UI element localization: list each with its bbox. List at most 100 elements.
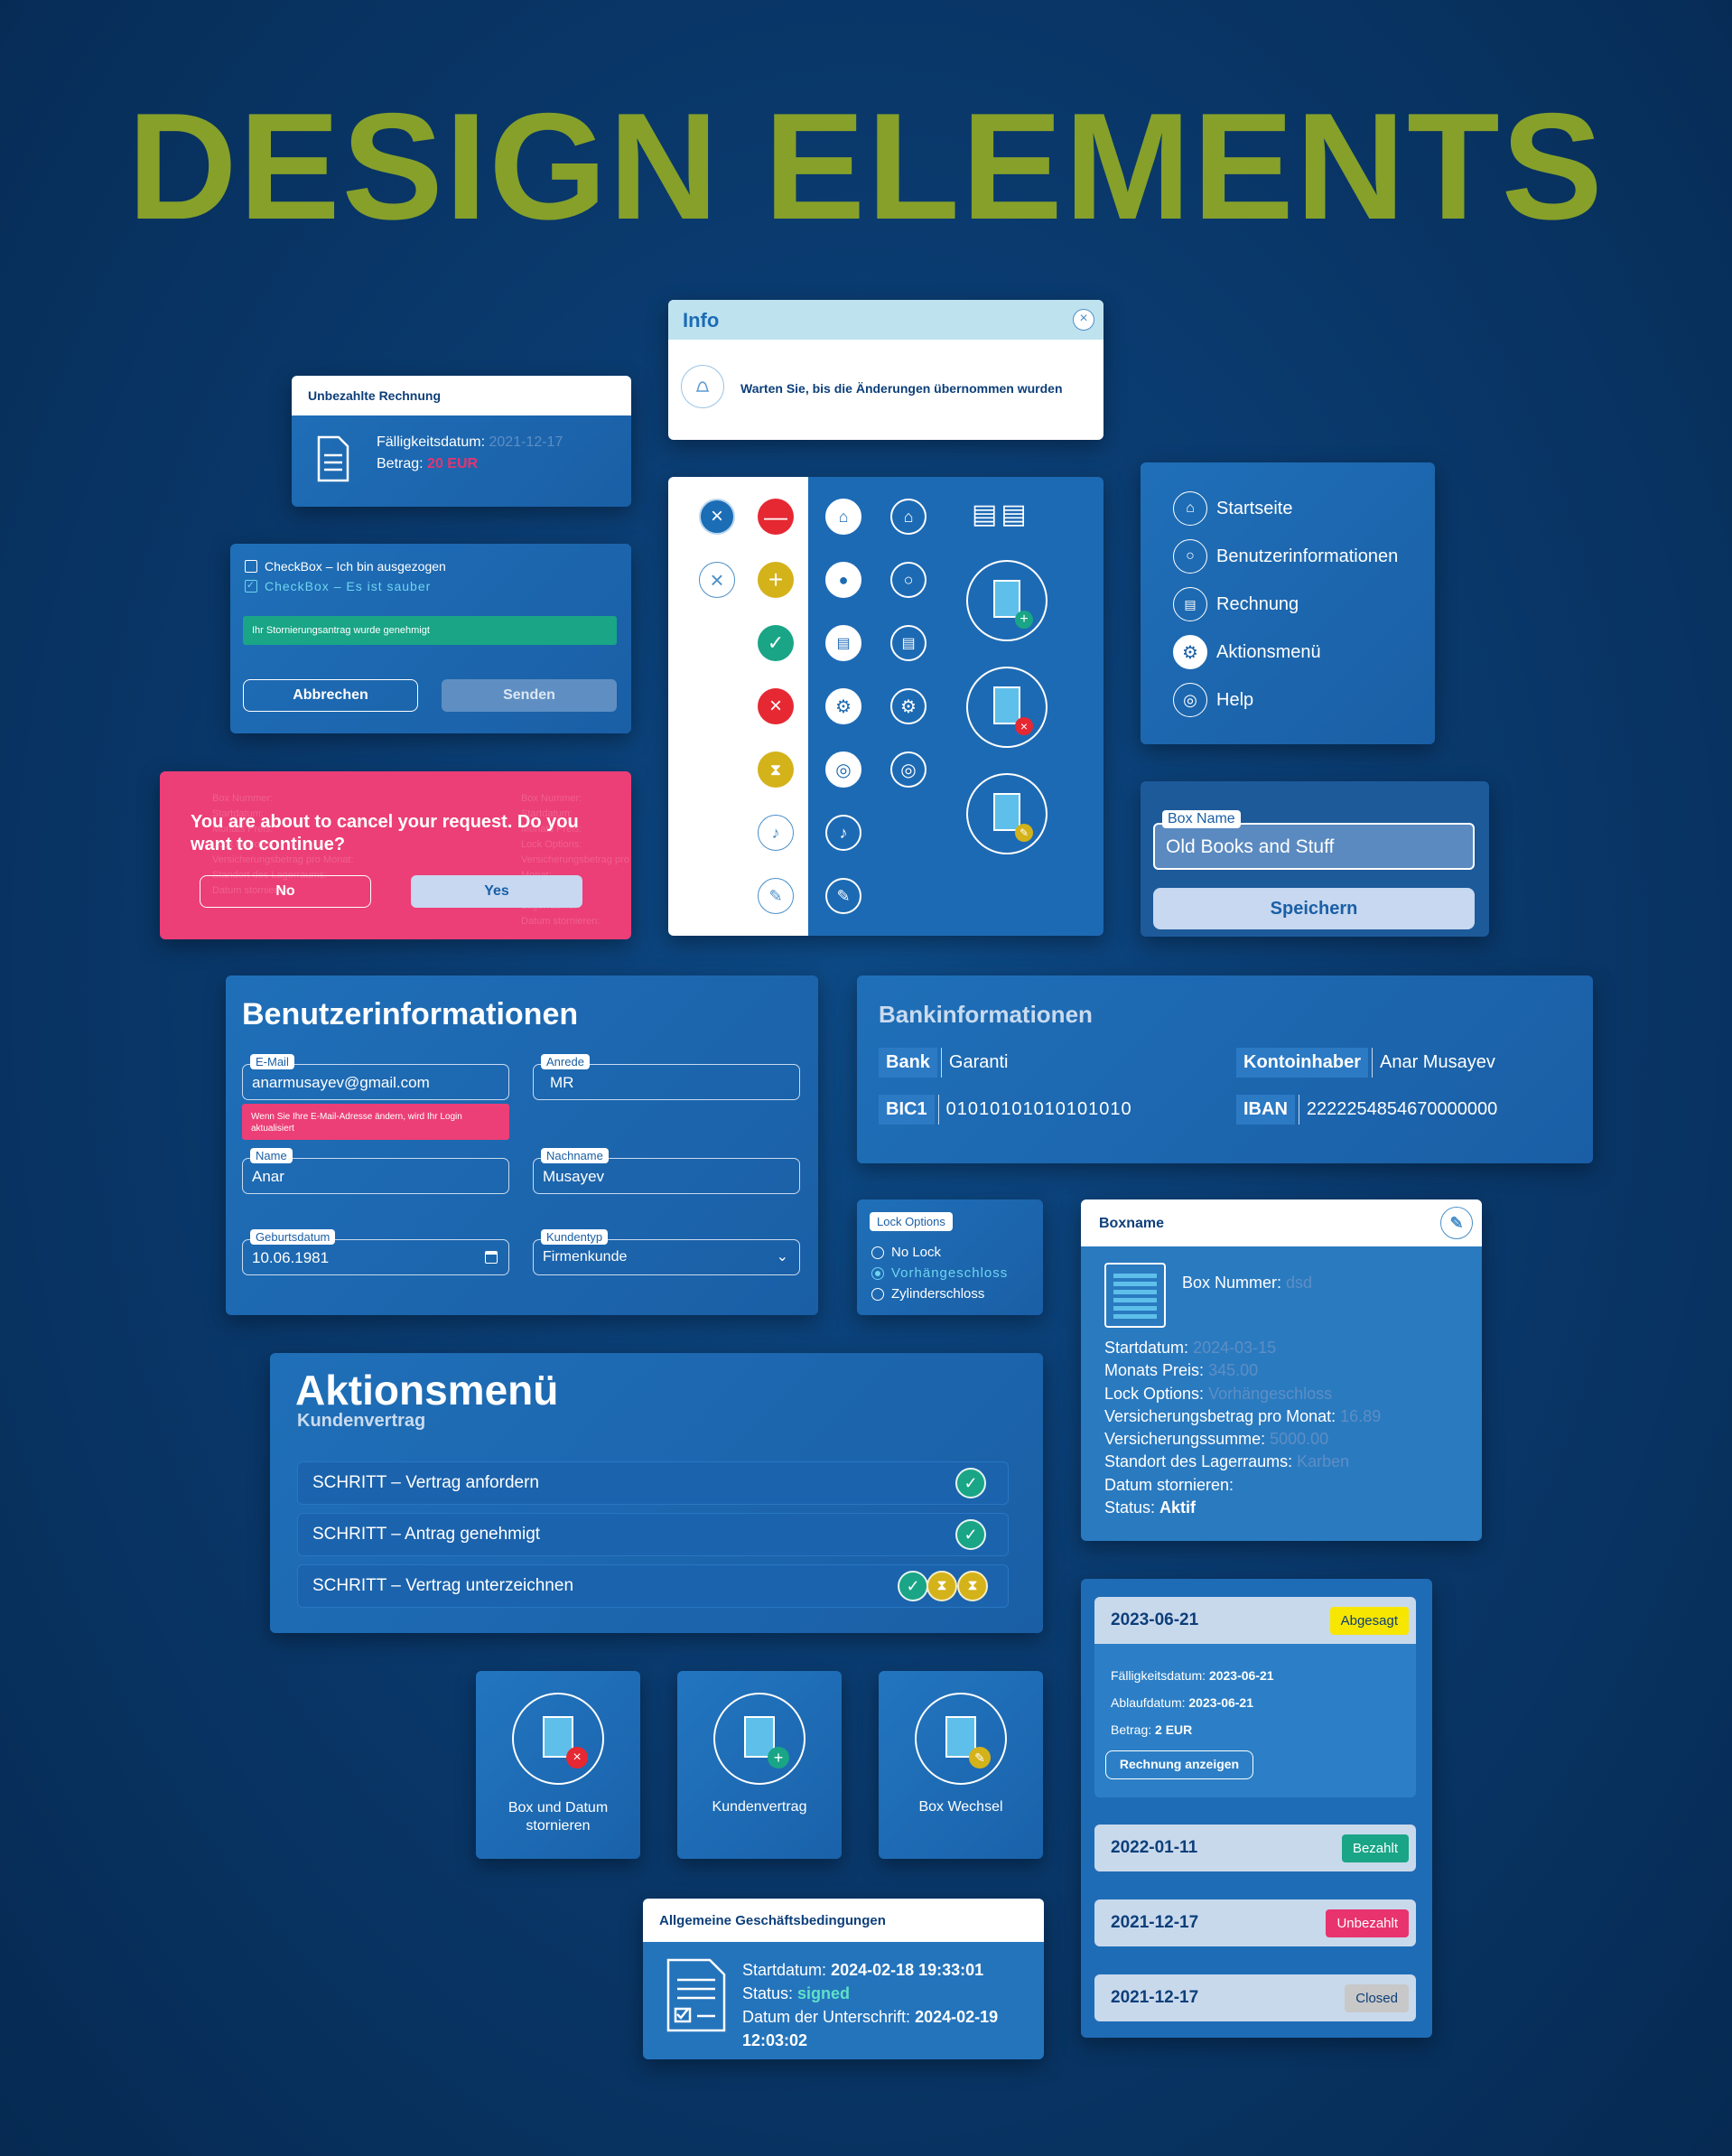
tile-label: Box Wechsel <box>918 1799 1003 1815</box>
edit-document-icon: ✎ <box>966 773 1048 854</box>
close-icon[interactable]: × <box>1073 309 1094 331</box>
birthdate-field[interactable]: Geburtsdatum 10.06.1981 <box>242 1229 509 1275</box>
step-row[interactable]: SCHRITT – Antrag genehmigt ✓ <box>297 1513 1009 1556</box>
bank-info-title: Bankinformationen <box>879 1001 1093 1028</box>
cancel-document-icon: × <box>966 667 1048 748</box>
tile-box-change[interactable]: ✎ Box Wechsel <box>879 1671 1043 1859</box>
detail-row: Monats Preis: 345.00 <box>1104 1361 1259 1380</box>
send-button[interactable]: Senden <box>442 679 617 712</box>
invoice-row[interactable]: 2021-12-17 Unbezahlt <box>1094 1899 1416 1946</box>
salutation-field[interactable]: Anrede MR <box>533 1054 800 1100</box>
step-row[interactable]: SCHRITT – Vertrag unterzeichnen ✓ ⧗ ⧗ <box>297 1564 1009 1608</box>
action-menu-card: Aktionsmenü Kundenvertrag SCHRITT – Vert… <box>270 1353 1043 1633</box>
add-document-icon: + <box>713 1693 805 1785</box>
plus-icon: + <box>758 562 794 598</box>
confirm-dialog: Box Nummer: Startdatum: Monats Preis: Lock … <box>160 771 631 939</box>
detail-row: Versicherungssumme: 5000.00 <box>1104 1430 1329 1449</box>
action-menu-title: Aktionsmenü <box>295 1367 559 1414</box>
unpaid-invoice-title: Unbezahlte Rechnung <box>292 376 631 415</box>
radio-zylinderschloss[interactable]: Zylinderschloss <box>871 1286 984 1302</box>
bank-value: Garanti <box>940 1047 1016 1078</box>
detail-row: Standort des Lagerraums: Karben <box>1104 1452 1350 1471</box>
invoice-icon: ▤ <box>1173 587 1207 621</box>
menu-item-benutzerinformationen[interactable]: ○ Benutzerinformationen <box>1173 539 1398 574</box>
bic-value: 01010101010101010 <box>937 1094 1140 1125</box>
menu-item-rechnung[interactable]: ▤ Rechnung <box>1173 587 1299 621</box>
email-field[interactable]: E-Mail anarmusayev@gmail.com <box>242 1054 509 1100</box>
invoice-row[interactable]: 2022-01-11 Bezahlt <box>1094 1825 1416 1871</box>
invoice-expanded: 2023-06-21 Abgesagt Fälligkeitsdatum: 20… <box>1094 1597 1416 1797</box>
detail-row: Versicherungsbetrag pro Monat: 16.89 <box>1104 1406 1382 1425</box>
tile-label: Box und Datum stornieren <box>507 1800 609 1834</box>
checkbox-unchecked[interactable] <box>245 560 257 573</box>
checkbox1-label: CheckBox – Ich bin ausgezogen <box>265 559 446 574</box>
help-icon-filled: ◎ <box>825 751 861 788</box>
tile-box-cancel[interactable]: × Box und Datum stornieren <box>476 1671 640 1859</box>
check-icon: ✓ <box>758 625 794 661</box>
invoice-date: 2023-06-21 <box>1111 1610 1199 1629</box>
invoice-icon: ▤ <box>890 625 927 661</box>
detail-row: Datum stornieren: <box>1104 1475 1234 1494</box>
holder-label: Kontoinhaber <box>1236 1047 1368 1078</box>
check-icon: ✓ <box>955 1468 986 1498</box>
bank-label: Bank <box>879 1047 937 1078</box>
invoice-row[interactable]: 2021-12-17 Closed <box>1094 1974 1416 2021</box>
menu-item-help[interactable]: ◎ Help <box>1173 683 1253 717</box>
close-filled-icon: × <box>699 499 735 535</box>
action-menu-subtitle: Kundenvertrag <box>297 1411 426 1431</box>
due-value: 2021-12-17 <box>489 434 563 450</box>
detail-row: Lock Options: Vorhängeschloss <box>1104 1384 1333 1403</box>
hourglass-icon: ⧗ <box>758 751 794 788</box>
tile-customer-contract[interactable]: + Kundenvertrag <box>677 1671 842 1859</box>
confirm-message: You are about to cancel your request. Do… <box>191 812 579 854</box>
box-details-card: Boxname ✎ Box Nummer: dsd Startdatum: 20… <box>1081 1199 1482 1541</box>
bell-icon <box>681 365 724 408</box>
help-icon: ◎ <box>1173 683 1207 717</box>
no-button[interactable]: No <box>200 875 371 908</box>
radio-no-lock[interactable]: No Lock <box>871 1245 941 1260</box>
edit-pencil-icon[interactable]: ✎ <box>1440 1207 1473 1239</box>
radio-vorhangeschloss[interactable]: Vorhängeschloss <box>871 1265 1008 1281</box>
home-icon: ⌂ <box>1173 491 1207 526</box>
detail-row: Startdatum: 2024-03-15 <box>1104 1339 1277 1357</box>
documents-icon: ▤▤ <box>972 499 1030 529</box>
customer-type-select[interactable]: Kundentyp Firmenkunde ⌄ <box>533 1229 800 1275</box>
step-row[interactable]: SCHRITT – Vertrag anfordern ✓ <box>297 1461 1009 1505</box>
lastname-field[interactable]: Nachname Musayev <box>533 1148 800 1194</box>
user-icon-filled: ● <box>825 562 861 598</box>
lock-options-label: Lock Options <box>870 1212 953 1231</box>
checkbox-panel: CheckBox – Ich bin ausgezogen ✓ CheckBox … <box>230 544 631 733</box>
user-icon: ○ <box>890 562 927 598</box>
bic-label: BIC1 <box>879 1094 935 1125</box>
box-document-icon <box>1104 1263 1166 1328</box>
box-details-title: Boxname <box>1099 1216 1165 1231</box>
email-warning: Wenn Sie Ihre E-Mail-Adresse ändern, wir… <box>242 1104 509 1140</box>
cancel-button[interactable]: Abbrechen <box>243 679 418 712</box>
terms-card: Allgemeine Geschäftsbedingungen Startdat… <box>643 1899 1044 2059</box>
invoice-list: 2023-06-21 Abgesagt Fälligkeitsdatum: 20… <box>1081 1579 1432 2038</box>
yes-button[interactable]: Yes <box>411 875 582 908</box>
status-label: Status: <box>742 1984 794 2002</box>
checkbox2-label: CheckBox – Es ist sauber <box>265 579 432 593</box>
calendar-icon[interactable] <box>485 1251 498 1264</box>
detail-row: Status: Aktif <box>1104 1498 1197 1517</box>
invoice-icon-filled: ▤ <box>825 625 861 661</box>
signed-label: Datum der Unterschrift: <box>742 2008 911 2026</box>
side-menu: ⌂ Startseite ○ Benutzerinformationen ▤ Rech… <box>1141 462 1435 744</box>
add-document-icon: + <box>966 560 1048 641</box>
user-info-card: Benutzerinformationen E-Mail anarmusayev@… <box>226 975 818 1315</box>
menu-item-aktionsmenu[interactable]: ⚙ Aktionsmenü <box>1173 635 1321 669</box>
box-name-field[interactable]: Box Name Old Books and Stuff <box>1153 810 1475 870</box>
menu-item-startseite[interactable]: ⌂ Startseite <box>1173 491 1292 526</box>
name-field[interactable]: Name Anar <box>242 1148 509 1194</box>
info-dialog: Info × Warten Sie, bis die Änderungen üb… <box>668 300 1103 440</box>
checkbox-checked[interactable]: ✓ <box>245 580 257 593</box>
show-invoice-button[interactable]: Rechnung anzeigen <box>1105 1750 1253 1779</box>
box-details-list: Startdatum: 2024-03-15 Monats Preis: 345… <box>1104 1337 1381 1519</box>
status-badge: Abgesagt <box>1329 1607 1409 1635</box>
save-button[interactable]: Speichern <box>1153 888 1475 929</box>
iban-label: IBAN <box>1236 1094 1295 1125</box>
page-title: DESIGN ELEMENTS <box>127 81 1605 251</box>
box-number-label: Box Nummer: <box>1182 1274 1282 1292</box>
status-badge: Closed <box>1345 1984 1409 2012</box>
